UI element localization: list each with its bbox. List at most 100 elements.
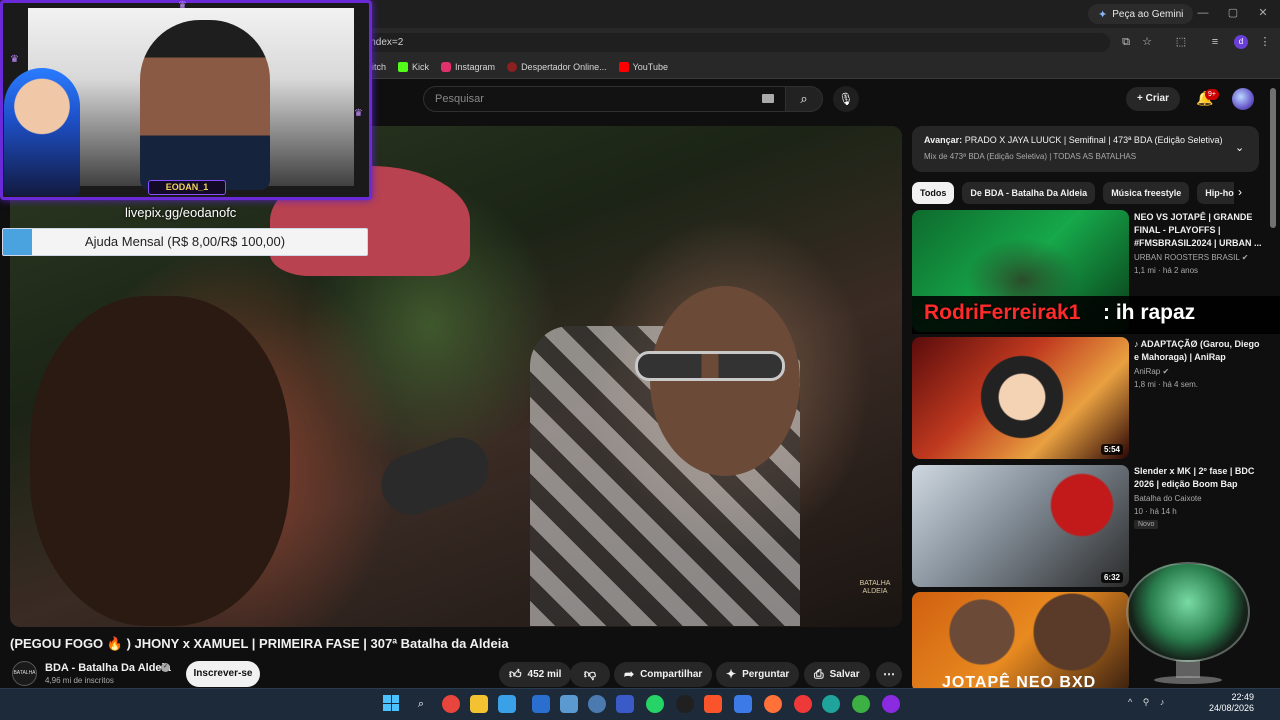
- dislike-button[interactable]: 👎︎: [570, 662, 610, 687]
- chrome-icon[interactable]: [442, 695, 460, 713]
- create-button[interactable]: + Criar: [1126, 87, 1180, 111]
- subscriber-count: 4,96 mi de inscritos: [45, 676, 114, 685]
- donation-goal-text: Ajuda Mensal (R$ 8,00/R$ 100,00): [84, 234, 286, 249]
- mic-icon: 🎙: [838, 92, 854, 106]
- minimize-icon[interactable]: —: [1194, 6, 1212, 20]
- photos-icon[interactable]: [498, 695, 516, 713]
- donation-bowl-widget: [1126, 562, 1250, 684]
- extensions-icon[interactable]: ⬚: [1174, 35, 1188, 49]
- share-button[interactable]: ➦ Compartilhar: [614, 662, 713, 687]
- keyboard-icon[interactable]: [762, 94, 774, 103]
- recommendation-channel[interactable]: AniRap ✔: [1134, 367, 1169, 376]
- bookmark-item[interactable]: YouTube: [618, 61, 668, 72]
- like-button[interactable]: 👍︎ 452 mil: [499, 662, 572, 687]
- menu-dots-icon[interactable]: ⋮: [1258, 35, 1272, 49]
- bookmark-item[interactable]: Kick: [398, 61, 429, 72]
- bookmark-star-icon[interactable]: ☆: [1140, 35, 1154, 49]
- more-actions-button[interactable]: ⋯: [876, 662, 902, 687]
- vivaldi-icon[interactable]: [794, 695, 812, 713]
- system-tray[interactable]: ^ ⚲ ♪: [1128, 697, 1168, 708]
- bookmark-item[interactable]: Instagram: [441, 61, 496, 72]
- kick-icon: [398, 61, 409, 72]
- app-icon[interactable]: [616, 695, 634, 713]
- create-label: Criar: [1145, 93, 1169, 104]
- youtube-icon: [618, 61, 629, 72]
- brave-icon[interactable]: [704, 695, 722, 713]
- recommendation-title[interactable]: NEO VS JOTAPÊ | GRANDE FINAL - PLAYOFFS …: [1134, 211, 1262, 250]
- recommendation-thumbnail[interactable]: 5:54: [912, 337, 1129, 459]
- streamer-name-tag: EODAN_1: [148, 180, 226, 195]
- chevron-right-icon[interactable]: ›: [1238, 185, 1242, 199]
- app-icon[interactable]: [852, 695, 870, 713]
- like-count: 452 mil: [527, 669, 562, 680]
- app-icon[interactable]: [560, 695, 578, 713]
- video-duration: 6:32: [1100, 572, 1123, 583]
- close-icon[interactable]: ✕: [1254, 6, 1272, 20]
- ask-label: Perguntar: [742, 669, 790, 680]
- reading-list-icon[interactable]: ≡: [1208, 35, 1222, 49]
- new-badge: Novo: [1134, 520, 1159, 529]
- voice-search-button[interactable]: 🎙: [833, 86, 859, 112]
- plus-icon: +: [1137, 93, 1146, 104]
- taskbar-clock[interactable]: 22:49 24/08/2026: [1208, 692, 1254, 714]
- sparkle-icon: ✦: [726, 667, 737, 681]
- save-button[interactable]: ⎙ Salvar: [804, 662, 870, 687]
- firefox-icon[interactable]: [764, 695, 782, 713]
- crown-icon: ♛: [354, 108, 363, 119]
- chip-all[interactable]: Todos: [912, 182, 955, 204]
- search-icon[interactable]: ⌕: [412, 695, 430, 713]
- recommendation-title[interactable]: ♪ ADAPTAÇÃØ (Garou, Diego e Mahoraga) | …: [1134, 338, 1262, 364]
- gemini-button[interactable]: ✦ Peça ao Gemini: [1088, 4, 1194, 24]
- obs-icon[interactable]: [676, 695, 694, 713]
- streamer-avatar-illustration: [4, 68, 80, 196]
- bookmark-item[interactable]: itch: [372, 62, 386, 72]
- app-icon[interactable]: [532, 695, 550, 713]
- windows-start-icon[interactable]: [383, 695, 399, 711]
- settings-icon[interactable]: [588, 695, 606, 713]
- account-avatar[interactable]: [1232, 88, 1254, 110]
- donation-goal-bar: Ajuda Mensal (R$ 8,00/R$ 100,00): [2, 228, 368, 256]
- maximize-icon[interactable]: ▢: [1224, 6, 1242, 20]
- recommendation-thumbnail[interactable]: 6:32: [912, 465, 1129, 587]
- file-explorer-icon[interactable]: [470, 695, 488, 713]
- subscribe-button[interactable]: Inscrever-se: [186, 661, 260, 687]
- video-player[interactable]: [10, 126, 902, 627]
- chip-freestyle[interactable]: Música freestyle: [1103, 182, 1190, 204]
- app-icon[interactable]: [882, 695, 900, 713]
- gemini-spark-icon: ✦: [1098, 8, 1108, 21]
- video-frame-figure: [30, 296, 290, 626]
- bookmark-label: Instagram: [455, 61, 496, 72]
- profile-avatar[interactable]: d: [1234, 35, 1248, 49]
- search-button[interactable]: ⌕: [785, 86, 823, 112]
- chip-channel[interactable]: De BDA - Batalha Da Aldeia: [962, 182, 1096, 204]
- ask-button[interactable]: ✦ Perguntar: [716, 662, 800, 687]
- autoplay-prefix: Avançar:: [924, 135, 963, 145]
- video-frame-sunglasses: [635, 351, 785, 381]
- bookmark-label: itch: [372, 61, 387, 72]
- bowl-base: [1154, 676, 1222, 684]
- edge-icon[interactable]: [822, 695, 840, 713]
- page-scrollbar[interactable]: [1270, 88, 1276, 228]
- recommendation-meta: 1,1 mi · há 2 anos: [1134, 266, 1199, 275]
- whatsapp-icon[interactable]: [646, 695, 664, 713]
- search-input[interactable]: Pesquisar: [423, 86, 787, 112]
- recommendation-channel[interactable]: URBAN ROOSTERS BRASIL ✔: [1134, 253, 1248, 262]
- cast-icon[interactable]: ⧉: [1119, 35, 1133, 49]
- autoplay-next-panel[interactable]: [912, 126, 1259, 172]
- livepix-link: livepix.gg/eodanofc: [125, 205, 237, 220]
- chat-message: : ih rapaz: [1103, 301, 1196, 324]
- recommendation-thumbnail[interactable]: JOTAPÊ NEO BXD: [912, 592, 1129, 692]
- chip-hiphop[interactable]: Hip-hop: [1197, 182, 1234, 204]
- clock-date: 24/08/2026: [1208, 703, 1254, 713]
- gemini-label: Peça ao Gemini: [1112, 8, 1184, 20]
- channel-name[interactable]: BDA - Batalha Da Aldeia: [45, 662, 171, 674]
- chat-username: RodriFerreirak1: [924, 301, 1081, 324]
- recommendation-title[interactable]: Slender x MK | 2º fase | BDC 2026 | ediç…: [1134, 465, 1262, 491]
- vscode-icon[interactable]: [734, 695, 752, 713]
- channel-avatar[interactable]: BATALHA ALDEIA: [12, 661, 37, 699]
- bookmark-item[interactable]: Despertador Online...: [507, 61, 607, 72]
- bowl-glass: [1126, 562, 1250, 662]
- recommendation-channel[interactable]: Batalha do Caixote: [1134, 494, 1202, 503]
- filter-chips: Todos De BDA - Batalha Da Aldeia Música …: [912, 182, 1234, 204]
- chevron-down-icon[interactable]: ⌄: [1235, 141, 1244, 154]
